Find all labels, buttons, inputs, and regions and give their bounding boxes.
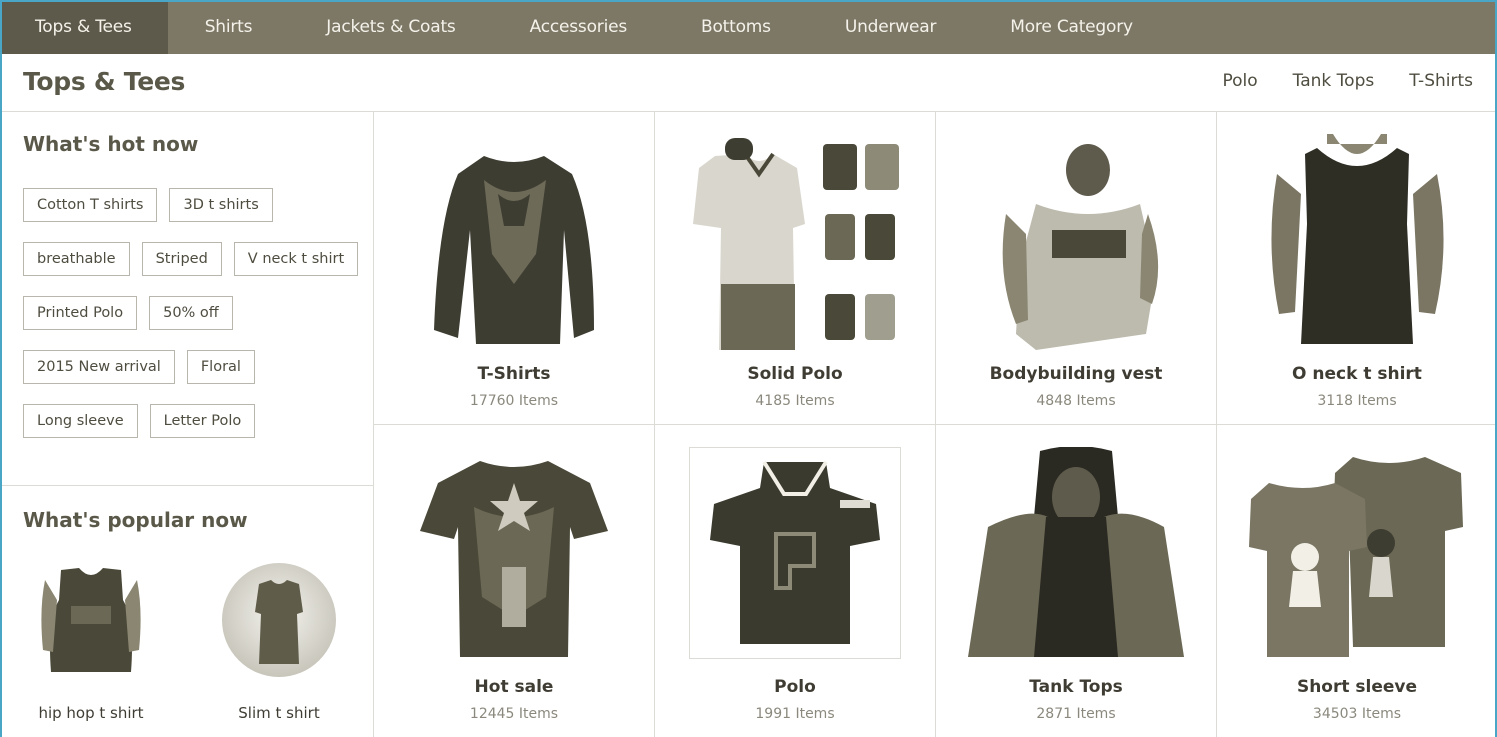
tshirt-icon — [1249, 447, 1465, 667]
vest-icon — [976, 134, 1176, 354]
tag-printed-polo[interactable]: Printed Polo — [23, 296, 138, 330]
tag-row: 2015 New arrival Floral — [23, 350, 358, 384]
tank-top-icon — [1257, 134, 1457, 354]
hot-now-title: What's hot now — [23, 132, 199, 156]
subcategory-link-tank-tops[interactable]: Tank Tops — [1293, 71, 1375, 91]
popular-now-title: What's popular now — [23, 508, 248, 532]
product-count: 4185 Items — [755, 393, 835, 409]
product-card-t-shirts[interactable]: T-Shirts 17760 Items — [374, 112, 655, 425]
product-card-tank-tops[interactable]: Tank Tops 2871 Items — [936, 425, 1217, 737]
product-card-bodybuilding-vest[interactable]: Bodybuilding vest 4848 Items — [936, 112, 1217, 425]
tag-long-sleeve[interactable]: Long sleeve — [23, 404, 138, 438]
polo-shirt-icon — [689, 447, 901, 659]
tshirt-icon — [219, 560, 339, 680]
popular-item-label: Slim t shirt — [238, 704, 320, 722]
product-card-polo[interactable]: Polo 1991 Items — [655, 425, 936, 737]
product-title: Solid Polo — [747, 364, 843, 384]
product-card-solid-polo[interactable]: Solid Polo 4185 Items — [655, 112, 936, 425]
product-count: 1991 Items — [755, 706, 835, 722]
nav-tops-tees[interactable]: Tops & Tees — [0, 0, 168, 54]
product-title: Hot sale — [474, 677, 554, 697]
tag-row: Printed Polo 50% off — [23, 296, 358, 330]
product-title: Bodybuilding vest — [989, 364, 1163, 384]
product-title: Polo — [774, 677, 816, 697]
long-sleeve-shirt-icon — [414, 134, 614, 354]
subcategory-link-t-shirts[interactable]: T-Shirts — [1409, 71, 1473, 91]
page-title: Tops & Tees — [23, 67, 186, 96]
product-card-o-neck-t-shirt[interactable]: O neck t shirt 3118 Items — [1217, 112, 1497, 425]
product-count: 4848 Items — [1036, 393, 1116, 409]
product-grid: T-Shirts 17760 Items Solid Polo 4185 Ite… — [374, 112, 1497, 737]
nav-more-category[interactable]: More Category — [973, 0, 1170, 54]
product-title: Short sleeve — [1296, 677, 1418, 697]
tag-floral[interactable]: Floral — [186, 350, 255, 384]
category-header: Tops & Tees Polo Tank Tops T-Shirts — [0, 54, 1497, 112]
product-title: O neck t shirt — [1292, 364, 1422, 384]
tag-v-neck-t-shirt[interactable]: V neck t shirt — [233, 242, 359, 276]
nav-accessories[interactable]: Accessories — [493, 0, 664, 54]
popular-item-hip-hop[interactable]: hip hop t shirt — [16, 560, 166, 722]
tag-letter-polo[interactable]: Letter Polo — [149, 404, 256, 438]
nav-shirts[interactable]: Shirts — [168, 0, 290, 54]
popular-item-label: hip hop t shirt — [38, 704, 144, 722]
tag-row: breathable Striped V neck t shirt — [23, 242, 359, 276]
nav-bottoms[interactable]: Bottoms — [664, 0, 808, 54]
subcategory-link-polo[interactable]: Polo — [1223, 71, 1258, 91]
product-count: 12445 Items — [469, 706, 559, 722]
tag-striped[interactable]: Striped — [141, 242, 222, 276]
product-title: T-Shirts — [477, 364, 551, 384]
tag-breathable[interactable]: breathable — [23, 242, 130, 276]
tank-top-icon — [31, 560, 151, 680]
top-navigation: Tops & Tees Shirts Jackets & Coats Acces… — [0, 0, 1497, 54]
product-count: 34503 Items — [1312, 706, 1402, 722]
tag-50-off[interactable]: 50% off — [149, 296, 233, 330]
tag-row: Cotton T shirts 3D t shirts — [23, 188, 358, 222]
tshirt-icon — [414, 447, 614, 667]
sidebar-divider — [0, 485, 374, 486]
product-card-short-sleeve[interactable]: Short sleeve 34503 Items — [1217, 425, 1497, 737]
product-count: 17760 Items — [469, 393, 559, 409]
tag-cotton-t-shirts[interactable]: Cotton T shirts — [23, 188, 158, 222]
product-title: Tank Tops — [1029, 677, 1123, 697]
tag-2015-new-arrival[interactable]: 2015 New arrival — [23, 350, 175, 384]
hot-tags: Cotton T shirts 3D t shirts breathable S… — [23, 188, 359, 458]
product-count: 2871 Items — [1036, 706, 1116, 722]
product-card-hot-sale[interactable]: Hot sale 12445 Items — [374, 425, 655, 737]
popular-item-slim-t-shirt[interactable]: Slim t shirt — [204, 560, 354, 722]
hooded-tank-icon — [968, 447, 1184, 667]
tag-3d-t-shirts[interactable]: 3D t shirts — [169, 188, 273, 222]
nav-underwear[interactable]: Underwear — [808, 0, 973, 54]
sidebar: What's hot now Cotton T shirts 3D t shir… — [0, 112, 374, 737]
product-count: 3118 Items — [1317, 393, 1397, 409]
nav-jackets-coats[interactable]: Jackets & Coats — [289, 0, 492, 54]
polo-shirt-icon — [685, 134, 905, 354]
subcategory-links: Polo Tank Tops T-Shirts — [1223, 71, 1474, 91]
tag-row: Long sleeve Letter Polo — [23, 404, 358, 438]
